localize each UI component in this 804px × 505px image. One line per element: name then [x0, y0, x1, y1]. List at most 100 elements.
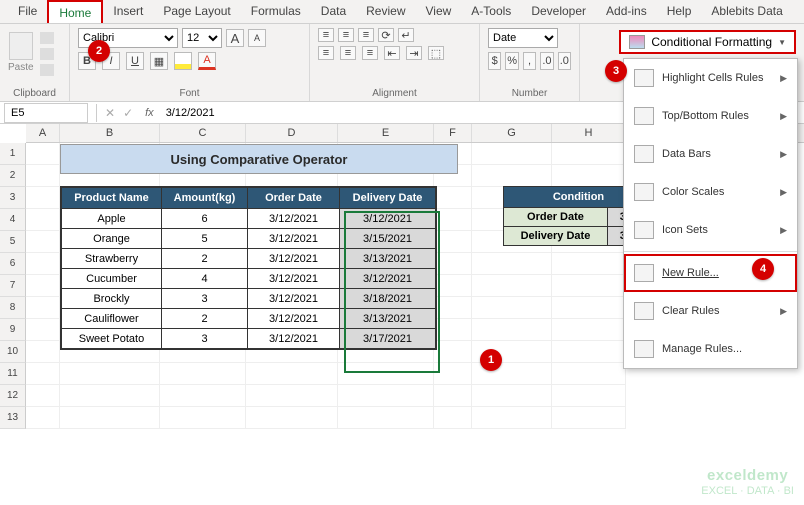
decrease-font-icon[interactable]: A	[248, 29, 266, 47]
cell[interactable]	[434, 187, 472, 209]
cell[interactable]	[434, 209, 472, 231]
merge-icon[interactable]: ⬚	[428, 46, 444, 60]
table-cell[interactable]: 3/12/2021	[248, 289, 340, 309]
cell[interactable]	[160, 407, 246, 429]
tab-insert[interactable]: Insert	[103, 0, 153, 23]
table-cell[interactable]: 3	[162, 329, 248, 349]
table-cell[interactable]: 3/13/2021	[340, 309, 436, 329]
table-cell[interactable]: 2	[162, 309, 248, 329]
increase-font-icon[interactable]: A	[226, 29, 244, 47]
table-cell[interactable]: 3/12/2021	[248, 209, 340, 229]
border-button[interactable]: ▦	[150, 52, 168, 70]
cell[interactable]	[552, 319, 626, 341]
cell[interactable]	[26, 407, 60, 429]
cell[interactable]	[60, 385, 160, 407]
cf-manage-rules[interactable]: Manage Rules...	[624, 330, 797, 368]
cell[interactable]	[160, 385, 246, 407]
cell[interactable]	[246, 385, 338, 407]
table-cell[interactable]: 3/12/2021	[340, 209, 436, 229]
table-cell[interactable]: 3/12/2021	[248, 309, 340, 329]
align-right-icon[interactable]: ≡	[362, 46, 378, 60]
cell[interactable]	[434, 385, 472, 407]
table-cell[interactable]: Cauliflower	[62, 309, 162, 329]
column-header-C[interactable]: C	[160, 124, 246, 142]
column-header-G[interactable]: G	[472, 124, 552, 142]
row-header-4[interactable]: 4	[0, 209, 26, 231]
cf-icon-sets[interactable]: Icon Sets▶	[624, 211, 797, 249]
table-cell[interactable]: Strawberry	[62, 249, 162, 269]
align-middle-icon[interactable]: ≡	[338, 28, 354, 42]
indent-inc-icon[interactable]: ⇥	[406, 46, 422, 60]
row-header-11[interactable]: 11	[0, 363, 26, 385]
cell[interactable]	[472, 385, 552, 407]
cell[interactable]	[60, 407, 160, 429]
font-size-select[interactable]: 12	[182, 28, 222, 48]
table-cell[interactable]: 3/13/2021	[340, 249, 436, 269]
cell[interactable]	[434, 363, 472, 385]
cell[interactable]	[472, 275, 552, 297]
cell[interactable]	[552, 385, 626, 407]
cell[interactable]	[26, 385, 60, 407]
table-cell[interactable]: 3/15/2021	[340, 229, 436, 249]
cell[interactable]	[26, 187, 60, 209]
cell[interactable]	[552, 341, 626, 363]
table-cell[interactable]: 3/17/2021	[340, 329, 436, 349]
cell[interactable]	[26, 363, 60, 385]
fill-color-button[interactable]	[174, 52, 192, 70]
tab-file[interactable]: File	[8, 0, 47, 23]
align-bottom-icon[interactable]: ≡	[358, 28, 374, 42]
cell[interactable]	[246, 407, 338, 429]
cell[interactable]	[552, 143, 626, 165]
cell[interactable]	[160, 363, 246, 385]
cell[interactable]	[552, 407, 626, 429]
cell[interactable]	[246, 363, 338, 385]
cut-icon[interactable]	[40, 32, 54, 44]
table-cell[interactable]: 5	[162, 229, 248, 249]
row-header-6[interactable]: 6	[0, 253, 26, 275]
cell[interactable]	[26, 143, 60, 165]
number-format-select[interactable]: Date	[488, 28, 558, 48]
underline-button[interactable]: U	[126, 52, 144, 70]
cell[interactable]	[472, 407, 552, 429]
cancel-icon[interactable]: ✕	[101, 106, 119, 120]
indent-dec-icon[interactable]: ⇤	[384, 46, 400, 60]
cell[interactable]	[552, 297, 626, 319]
cell[interactable]	[338, 385, 434, 407]
font-color-button[interactable]: A	[198, 52, 216, 70]
tab-view[interactable]: View	[416, 0, 462, 23]
cell[interactable]	[472, 143, 552, 165]
cf-highlight-cells-rules[interactable]: Highlight Cells Rules▶	[624, 59, 797, 97]
tab-help[interactable]: Help	[657, 0, 702, 23]
cell[interactable]	[338, 363, 434, 385]
table-cell[interactable]: 3/12/2021	[248, 329, 340, 349]
tab-addins[interactable]: Add-ins	[596, 0, 657, 23]
row-header-12[interactable]: 12	[0, 385, 26, 407]
cell[interactable]	[434, 407, 472, 429]
cell[interactable]	[26, 297, 60, 319]
table-cell[interactable]: Sweet Potato	[62, 329, 162, 349]
cell[interactable]	[26, 319, 60, 341]
cf-color-scales[interactable]: Color Scales▶	[624, 173, 797, 211]
comma-icon[interactable]: ,	[523, 52, 536, 70]
cell[interactable]	[472, 319, 552, 341]
currency-icon[interactable]: $	[488, 52, 501, 70]
cf-top-bottom-rules[interactable]: Top/Bottom Rules▶	[624, 97, 797, 135]
paste-button[interactable]: Paste	[8, 32, 34, 73]
cell[interactable]	[552, 165, 626, 187]
align-top-icon[interactable]: ≡	[318, 28, 334, 42]
tab-ablebits[interactable]: Ablebits Data	[701, 0, 792, 23]
cell[interactable]	[434, 253, 472, 275]
cell[interactable]	[338, 407, 434, 429]
row-header-3[interactable]: 3	[0, 187, 26, 209]
table-cell[interactable]: 4	[162, 269, 248, 289]
wrap-text-icon[interactable]: ↵	[398, 28, 414, 42]
tab-developer[interactable]: Developer	[521, 0, 596, 23]
table-cell[interactable]: 3/12/2021	[248, 249, 340, 269]
cell[interactable]	[434, 275, 472, 297]
cell[interactable]	[26, 231, 60, 253]
increase-decimal-icon[interactable]: .0	[540, 52, 553, 70]
enter-icon[interactable]: ✓	[119, 106, 137, 120]
cell[interactable]	[552, 275, 626, 297]
row-header-13[interactable]: 13	[0, 407, 26, 429]
row-header-9[interactable]: 9	[0, 319, 26, 341]
